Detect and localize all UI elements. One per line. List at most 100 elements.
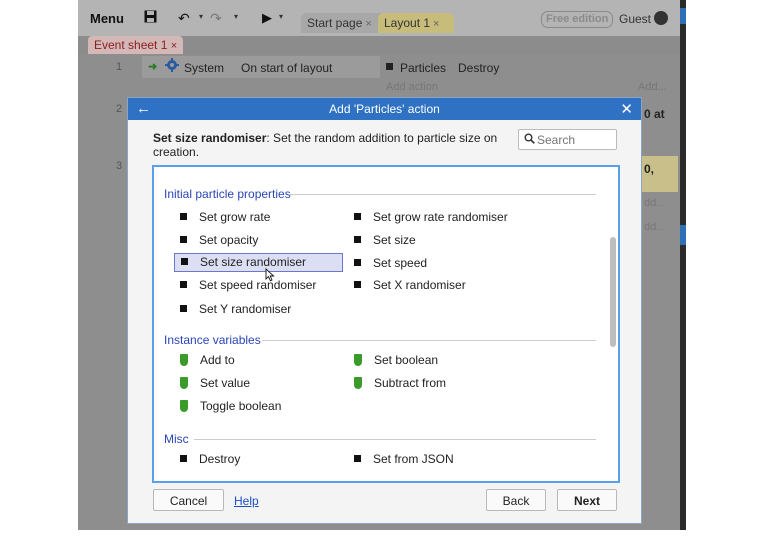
instance-variable-icon: [180, 354, 188, 366]
instance-variable-icon: [180, 377, 188, 389]
action-label: Set Y randomiser: [199, 302, 292, 316]
section-divider: [194, 439, 596, 440]
section-heading: Instance variables: [164, 333, 261, 347]
tab-layout-1[interactable]: Layout 1 ×: [378, 13, 454, 33]
particles-icon: [386, 63, 393, 70]
save-icon[interactable]: [144, 10, 157, 26]
condition-object[interactable]: System: [184, 61, 224, 75]
action-label: Set speed: [373, 256, 428, 270]
action-bullet-icon: [180, 213, 187, 220]
action-bullet-icon: [180, 305, 187, 312]
close-icon[interactable]: ✕: [620, 100, 633, 118]
section-heading: Misc: [164, 432, 189, 446]
action-label: Set speed randomiser: [199, 278, 317, 292]
action-item[interactable]: Subtract from: [348, 374, 446, 393]
menu-button[interactable]: Menu: [90, 8, 124, 30]
action-label: Destroy: [199, 452, 241, 466]
action-item[interactable]: Set Y randomiser: [174, 300, 291, 319]
close-icon[interactable]: ×: [433, 18, 439, 30]
action-label: Set value: [200, 376, 251, 390]
tab-label: Event sheet 1: [94, 38, 168, 52]
action-item[interactable]: Set X randomiser: [348, 276, 466, 295]
condition-text[interactable]: On start of layout: [241, 61, 332, 75]
search-box[interactable]: [518, 129, 617, 150]
action-bullet-icon: [180, 281, 187, 288]
action-label: Set size randomiser: [200, 255, 307, 269]
event-row-number: 2: [116, 103, 123, 115]
section-divider: [290, 194, 596, 195]
description-title: Set size randomiser: [153, 131, 267, 145]
redo-icon[interactable]: ↷: [210, 10, 222, 27]
close-icon[interactable]: ×: [171, 40, 177, 52]
add-link[interactable]: Add...: [638, 81, 667, 93]
search-icon: [524, 133, 535, 147]
action-item[interactable]: Set value: [174, 374, 250, 393]
add-link[interactable]: dd...: [644, 221, 665, 233]
next-button[interactable]: Next: [557, 489, 617, 511]
gear-icon: [165, 58, 179, 72]
section-heading: Initial particle properties: [164, 187, 291, 201]
action-item-selected[interactable]: Set size randomiser: [174, 253, 343, 272]
action-label: Set grow rate randomiser: [373, 210, 508, 224]
action-item[interactable]: Toggle boolean: [174, 397, 281, 416]
window-edge-accent: [680, 225, 686, 245]
action-label: Set from JSON: [373, 452, 454, 466]
action-label: Add to: [200, 353, 235, 367]
help-link[interactable]: Help: [234, 494, 259, 508]
action-text-fragment: 0,: [644, 162, 655, 176]
section-divider: [262, 340, 596, 341]
action-bullet-icon: [354, 281, 361, 288]
dialog-title: Add 'Particles' action: [329, 102, 440, 116]
action-item[interactable]: Set grow rate randomiser: [348, 208, 508, 227]
undo-dropdown-icon[interactable]: ▾: [199, 12, 203, 21]
search-input[interactable]: [537, 132, 613, 147]
avatar[interactable]: [654, 11, 668, 25]
action-label: Set boolean: [374, 353, 439, 367]
action-item[interactable]: Set speed: [348, 254, 427, 273]
tab-event-sheet-1[interactable]: Event sheet 1 ×: [88, 36, 184, 54]
action-item[interactable]: Set size: [348, 231, 416, 250]
action-label: Subtract from: [374, 376, 447, 390]
action-item[interactable]: Set boolean: [348, 351, 438, 370]
action-text[interactable]: Destroy: [458, 61, 499, 75]
cancel-button[interactable]: Cancel: [153, 489, 224, 511]
dialog-titlebar: ← Add 'Particles' action ✕: [128, 98, 641, 120]
action-item[interactable]: Set grow rate: [174, 208, 270, 227]
mouse-cursor-icon: [265, 268, 275, 282]
action-label: Set opacity: [199, 233, 259, 247]
action-bullet-icon: [354, 213, 361, 220]
action-label: Set size: [373, 233, 416, 247]
action-item[interactable]: Add to: [174, 351, 235, 370]
add-action-link[interactable]: Add action: [386, 81, 438, 93]
play-icon[interactable]: ▶: [262, 10, 272, 26]
instance-variable-icon: [354, 377, 362, 389]
trigger-arrow-icon: ➜: [148, 61, 158, 73]
window-edge: [680, 0, 686, 530]
tab-label: Layout 1: [384, 16, 431, 30]
play-dropdown-icon[interactable]: ▾: [279, 12, 283, 21]
window-edge-accent: [680, 8, 686, 24]
add-link[interactable]: dd...: [644, 197, 665, 209]
action-bullet-icon: [354, 259, 361, 266]
action-description: Set size randomiser: Set the random addi…: [153, 131, 498, 159]
close-icon[interactable]: ×: [365, 18, 371, 30]
list-scrollbar[interactable]: [610, 237, 616, 347]
action-item[interactable]: Set from JSON: [348, 450, 454, 469]
action-item[interactable]: Set opacity: [174, 231, 258, 250]
action-bullet-icon: [354, 236, 361, 243]
action-item[interactable]: Set speed randomiser: [174, 276, 316, 295]
instance-variable-icon: [180, 400, 188, 412]
redo-dropdown-icon[interactable]: ▾: [234, 12, 238, 21]
action-item[interactable]: Destroy: [174, 450, 240, 469]
toolbar: Menu ↶ ▾ ↷ ▾ ▶ ▾ Start page × Layout 1 × F…: [78, 0, 686, 36]
action-label: Set X randomiser: [373, 278, 466, 292]
user-name[interactable]: Guest: [619, 12, 651, 26]
event-row-number: 1: [116, 61, 123, 73]
tab-start-page[interactable]: Start page ×: [301, 13, 385, 33]
add-action-dialog: ← Add 'Particles' action ✕ Set size rand…: [127, 97, 642, 524]
back-button[interactable]: Back: [486, 489, 546, 511]
action-list[interactable]: Initial particle properties Set grow rat…: [152, 165, 620, 483]
free-edition-badge[interactable]: Free edition: [541, 11, 614, 28]
undo-icon[interactable]: ↶: [178, 10, 190, 27]
action-object[interactable]: Particles: [400, 61, 446, 75]
